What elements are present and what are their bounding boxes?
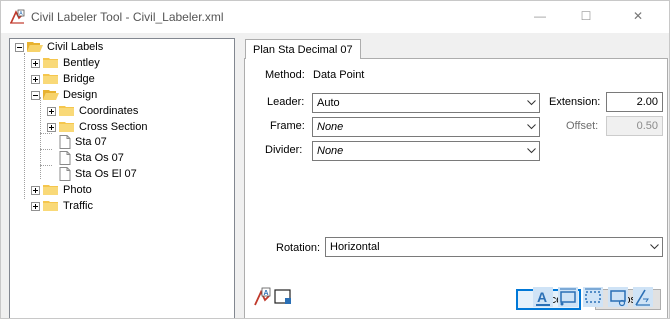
chevron-down-icon — [523, 118, 539, 136]
maximize-button[interactable]: ☐ — [563, 1, 609, 31]
extension-label: Extension: — [549, 96, 601, 108]
chevron-down-icon — [646, 238, 662, 256]
leader-label: Leader: — [267, 96, 305, 108]
tree-label: Cross Section — [79, 121, 148, 133]
tree-item-cross-section[interactable]: Cross Section — [47, 120, 147, 134]
tree-connector — [40, 97, 41, 179]
tree-item-sta-07[interactable]: Sta 07 — [59, 135, 107, 149]
svg-text:A: A — [537, 289, 547, 305]
dialog-body: Civil Labels Bentley Bridge Design Coord… — [1, 33, 669, 318]
expand-icon[interactable] — [47, 122, 56, 132]
expand-icon[interactable] — [31, 74, 40, 84]
tree-label: Photo — [63, 184, 92, 196]
tree-item-bridge[interactable]: Bridge — [31, 72, 95, 86]
open-folder-icon — [27, 42, 43, 52]
tree-label: Sta Os 07 — [75, 152, 124, 164]
tab-panel: Method: Data Point Leader: Auto Frame: N… — [244, 58, 668, 318]
document-icon — [59, 135, 71, 149]
leader-style-icon[interactable] — [558, 287, 578, 307]
tree-connector — [40, 149, 52, 150]
tab-label: Plan Sta Decimal 07 — [253, 43, 353, 56]
folder-icon — [43, 58, 58, 68]
collapse-icon[interactable] — [15, 42, 24, 52]
app-icon: A — [10, 9, 25, 24]
minimize-icon: — — [534, 9, 546, 23]
tree-label: Bridge — [63, 73, 95, 85]
document-icon — [59, 167, 71, 181]
tree-label: Traffic — [63, 200, 93, 212]
folder-icon — [59, 122, 74, 132]
rotation-label: Rotation: — [276, 242, 321, 254]
divider-dropdown[interactable]: None — [312, 141, 540, 161]
minimize-button[interactable]: — — [517, 1, 563, 31]
rotation-dropdown[interactable]: Horizontal — [325, 237, 663, 257]
tree-item-photo[interactable]: Photo — [31, 183, 92, 197]
tree-item-civil-labels[interactable]: Civil Labels — [15, 40, 103, 54]
divider-label: Divider: — [265, 144, 303, 156]
close-icon: ✕ — [632, 9, 644, 23]
tree-item-traffic[interactable]: Traffic — [31, 199, 93, 213]
chevron-down-icon — [523, 94, 539, 112]
tree-label: Sta 07 — [75, 136, 107, 148]
method-label: Method: — [265, 69, 305, 81]
tree-connector — [40, 165, 52, 166]
folder-icon — [59, 106, 74, 116]
civil-labeler-window: A Civil Labeler Tool - Civil_Labeler.xml… — [0, 0, 670, 319]
expand-icon[interactable] — [31, 58, 40, 68]
tree-item-coordinates[interactable]: Coordinates — [47, 104, 138, 118]
extension-input[interactable]: 2.00 — [606, 92, 663, 112]
label-tree[interactable]: Civil Labels Bentley Bridge Design Coord… — [9, 38, 235, 318]
offset-label: Offset: — [566, 120, 599, 132]
frame-label: Frame: — [270, 120, 305, 132]
tree-item-sta-os-07[interactable]: Sta Os 07 — [59, 151, 124, 165]
tree-label: Bentley — [63, 57, 100, 69]
folder-icon — [43, 74, 58, 84]
document-icon — [59, 151, 71, 165]
collapse-icon[interactable] — [31, 90, 40, 100]
text-style-icon[interactable]: A — [533, 287, 553, 307]
tree-connector — [24, 53, 25, 199]
frame-value: None — [317, 121, 344, 133]
open-folder-icon — [43, 90, 59, 100]
tree-label: Design — [63, 89, 98, 101]
leader-value: Auto — [317, 97, 340, 109]
frame-dropdown[interactable]: None — [312, 117, 540, 137]
maximize-icon: ☐ — [580, 9, 592, 23]
title-bar[interactable]: A Civil Labeler Tool - Civil_Labeler.xml… — [1, 1, 669, 33]
divider-style-icon[interactable] — [608, 287, 628, 307]
window-title: Civil Labeler Tool - Civil_Labeler.xml — [31, 10, 224, 24]
rotation-value: Horizontal — [330, 241, 380, 253]
tree-label: Sta Os El 07 — [75, 168, 137, 180]
folder-icon — [43, 185, 58, 195]
frame-select-icon[interactable] — [273, 287, 293, 307]
tab-plan-sta-decimal-07[interactable]: Plan Sta Decimal 07 — [245, 39, 361, 59]
tree-item-sta-os-el-07[interactable]: Sta Os El 07 — [59, 167, 137, 181]
divider-value: None — [317, 145, 344, 157]
svg-text:A: A — [264, 290, 269, 297]
frame-style-icon[interactable] — [583, 287, 603, 307]
tree-item-bentley[interactable]: Bentley — [31, 56, 100, 70]
chevron-down-icon — [523, 142, 539, 160]
method-value: Data Point — [313, 69, 365, 81]
folder-icon — [43, 201, 58, 211]
tree-item-design[interactable]: Design — [31, 88, 97, 102]
rotation-style-icon[interactable] — [633, 287, 653, 307]
edit-label-icon[interactable]: A — [253, 287, 273, 307]
leader-dropdown[interactable]: Auto — [312, 93, 540, 113]
offset-input: 0.50 — [606, 116, 663, 136]
close-window-button[interactable]: ✕ — [615, 1, 661, 31]
expand-icon[interactable] — [31, 185, 40, 195]
tree-label: Civil Labels — [47, 41, 104, 53]
tree-label: Coordinates — [79, 105, 139, 117]
expand-icon[interactable] — [31, 201, 40, 211]
expand-icon[interactable] — [47, 106, 56, 116]
